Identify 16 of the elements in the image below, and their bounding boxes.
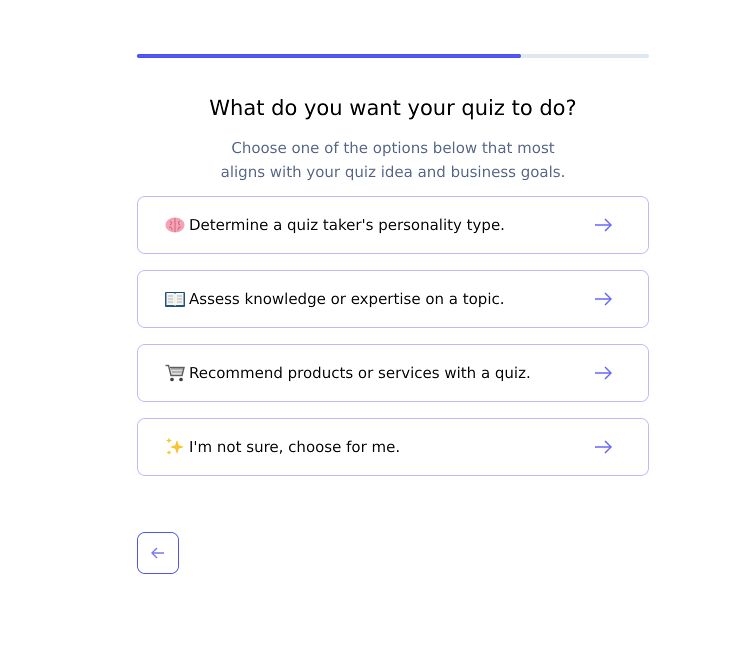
arrow-right-icon: [594, 366, 612, 380]
option-card[interactable]: Assess knowledge or expertise on a topic.: [137, 270, 649, 328]
option-card[interactable]: I'm not sure, choose for me.: [137, 418, 649, 476]
arrow-right-icon: [594, 292, 612, 306]
arrow-right-icon: [594, 218, 612, 232]
arrow-right-icon: [594, 440, 612, 454]
page-title: What do you want your quiz to do?: [208, 95, 578, 122]
arrow-left-icon: [151, 547, 165, 559]
option-card[interactable]: Recommend products or services with a quiz.: [137, 344, 649, 402]
subtitle: Choose one of the options below that most aligns with your quiz idea and business goals.: [220, 138, 566, 183]
option-card[interactable]: Determine a quiz taker's personality type.: [137, 196, 649, 254]
book-icon: [165, 291, 185, 307]
sparkles-icon: [165, 437, 185, 457]
cart-icon: [165, 364, 185, 382]
brain-icon: [165, 216, 185, 234]
back-button[interactable]: [137, 532, 179, 574]
